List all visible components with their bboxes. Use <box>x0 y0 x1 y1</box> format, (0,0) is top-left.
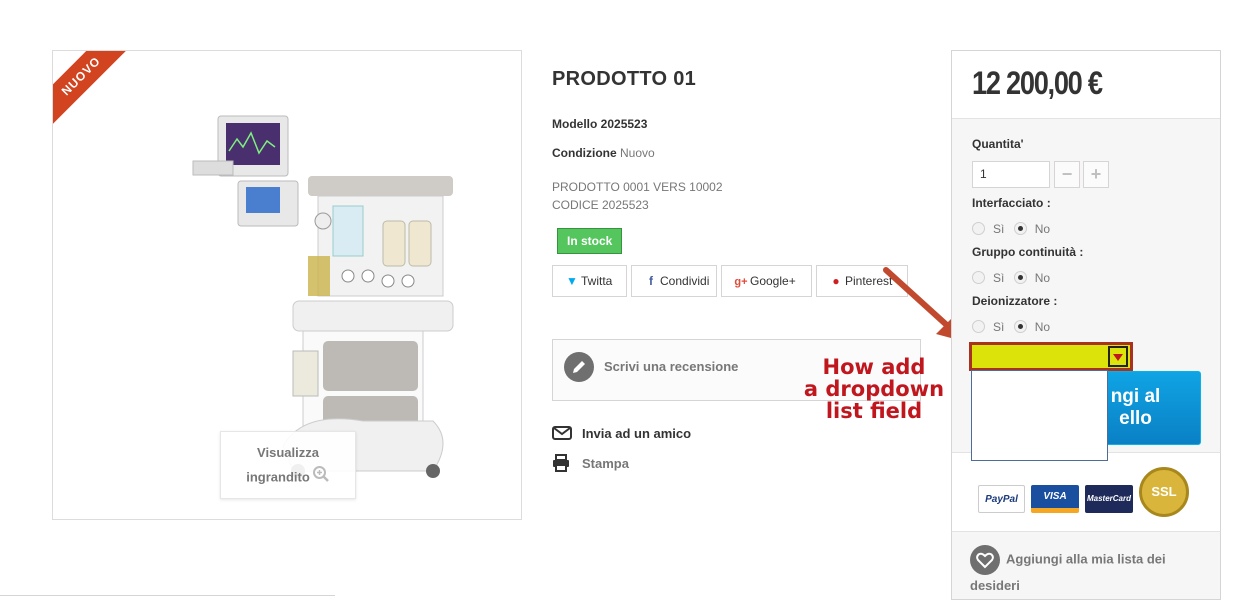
pinterest-icon: ● <box>832 274 840 288</box>
quantity-label: Quantita' <box>972 137 1024 151</box>
envelope-icon <box>552 425 572 444</box>
condition-label: Condizione <box>552 146 617 160</box>
heart-icon <box>970 545 1000 575</box>
model-label: Modello <box>552 117 598 131</box>
share-google-label: Google+ <box>750 274 796 288</box>
model-value: 2025523 <box>600 117 648 131</box>
share-twitter-button[interactable]: ▼ Twitta <box>552 265 627 297</box>
share-facebook-label: Condividi <box>660 274 710 288</box>
radio-no[interactable]: No <box>1013 222 1051 236</box>
google-plus-icon: g+ <box>734 276 748 288</box>
radio-button[interactable] <box>972 271 985 284</box>
option-label-interfacciato: Interfacciato : <box>972 196 1051 210</box>
dropdown-select[interactable] <box>969 342 1133 371</box>
condition-value: Nuovo <box>620 146 655 160</box>
divider <box>0 595 335 596</box>
option-radio-group-interfacciato: Sì No <box>972 222 1056 236</box>
quantity-plus-button[interactable]: + <box>1083 161 1109 188</box>
annotation-line: a dropdown <box>803 377 945 401</box>
radio-label: Sì <box>993 222 1005 236</box>
quantity-minus-button[interactable]: − <box>1054 161 1080 188</box>
radio-no[interactable]: No <box>1013 271 1051 285</box>
radio-button[interactable] <box>1013 271 1027 284</box>
radio-label: No <box>1034 222 1051 236</box>
option-label-gruppo-continuita: Gruppo continuità : <box>972 245 1084 259</box>
add-to-wishlist-link[interactable]: Aggiungi alla mia lista dei desideri <box>970 545 1200 597</box>
price-area: 12 200,00 € <box>952 51 1220 119</box>
zoom-label-line2: ingrandito <box>246 469 310 485</box>
annotation-line: list field <box>825 399 923 423</box>
product-title: PRODOTTO 01 <box>552 68 697 90</box>
mastercard-icon: MasterCard <box>1085 485 1133 513</box>
description-line: PRODOTTO 0001 VERS 10002 <box>552 180 723 194</box>
send-to-friend-link[interactable]: Invia ad un amico <box>552 425 691 444</box>
product-description: PRODOTTO 0001 VERS 10002 CODICE 2025523 <box>552 178 723 214</box>
share-twitter-label: Twitta <box>581 274 613 288</box>
option-label-deionizzatore: Deionizzatore : <box>972 294 1058 308</box>
printer-icon <box>552 454 572 475</box>
share-facebook-button[interactable]: f Condividi <box>631 265 717 297</box>
product-image[interactable] <box>133 81 493 481</box>
radio-yes[interactable]: Sì <box>972 222 1004 236</box>
send-to-friend-label: Invia ad un amico <box>582 425 692 441</box>
radio-label: Sì <box>993 271 1005 285</box>
annotation-line: How add <box>822 355 926 379</box>
option-radio-group-deionizzatore: Sì No <box>972 320 1056 334</box>
ssl-badge-icon: SSL <box>1139 467 1189 517</box>
zoom-label-line1: Visualizza <box>257 445 319 460</box>
twitter-icon: ▼ <box>566 274 578 288</box>
model-row: Modello 2025523 <box>552 117 647 131</box>
quantity-input[interactable]: 1 <box>972 161 1050 188</box>
radio-button[interactable] <box>972 222 985 235</box>
chevron-down-icon[interactable] <box>1108 346 1128 367</box>
radio-label: Sì <box>993 320 1005 334</box>
facebook-icon: f <box>649 274 653 288</box>
zoom-button[interactable]: Visualizza ingrandito <box>220 431 356 499</box>
dropdown-list[interactable] <box>971 370 1108 461</box>
paypal-icon: PayPal <box>978 485 1025 513</box>
print-link[interactable]: Stampa <box>552 454 629 475</box>
option-radio-group-gruppo-continuita: Sì No <box>972 271 1056 285</box>
radio-label: No <box>1034 271 1051 285</box>
description-line: CODICE 2025523 <box>552 198 649 212</box>
annotation-text: How add a dropdown list field <box>800 356 948 422</box>
radio-button[interactable] <box>1013 222 1027 235</box>
condition-row: Condizione Nuovo <box>552 146 655 160</box>
product-image-panel[interactable]: NUOVO Visualizza ingrandito <box>52 50 522 520</box>
radio-no[interactable]: No <box>1013 320 1051 334</box>
radio-yes[interactable]: Sì <box>972 320 1004 334</box>
radio-button[interactable] <box>972 320 985 333</box>
radio-button[interactable] <box>1013 320 1027 333</box>
payment-methods: PayPal VISA MasterCard SSL <box>951 452 1221 532</box>
zoom-in-icon <box>312 465 330 491</box>
stock-badge: In stock <box>557 228 623 254</box>
radio-yes[interactable]: Sì <box>972 271 1004 285</box>
print-label: Stampa <box>582 455 629 471</box>
write-review-label: Scrivi una recensione <box>604 359 739 374</box>
share-google-button[interactable]: g+ Google+ <box>721 265 812 297</box>
new-badge: NUOVO <box>53 51 137 132</box>
visa-icon: VISA <box>1031 485 1079 513</box>
product-price: 12 200,00 € <box>972 65 1103 101</box>
radio-label: No <box>1034 320 1051 334</box>
pencil-icon <box>564 352 594 382</box>
new-ribbon: NUOVO <box>53 51 140 138</box>
